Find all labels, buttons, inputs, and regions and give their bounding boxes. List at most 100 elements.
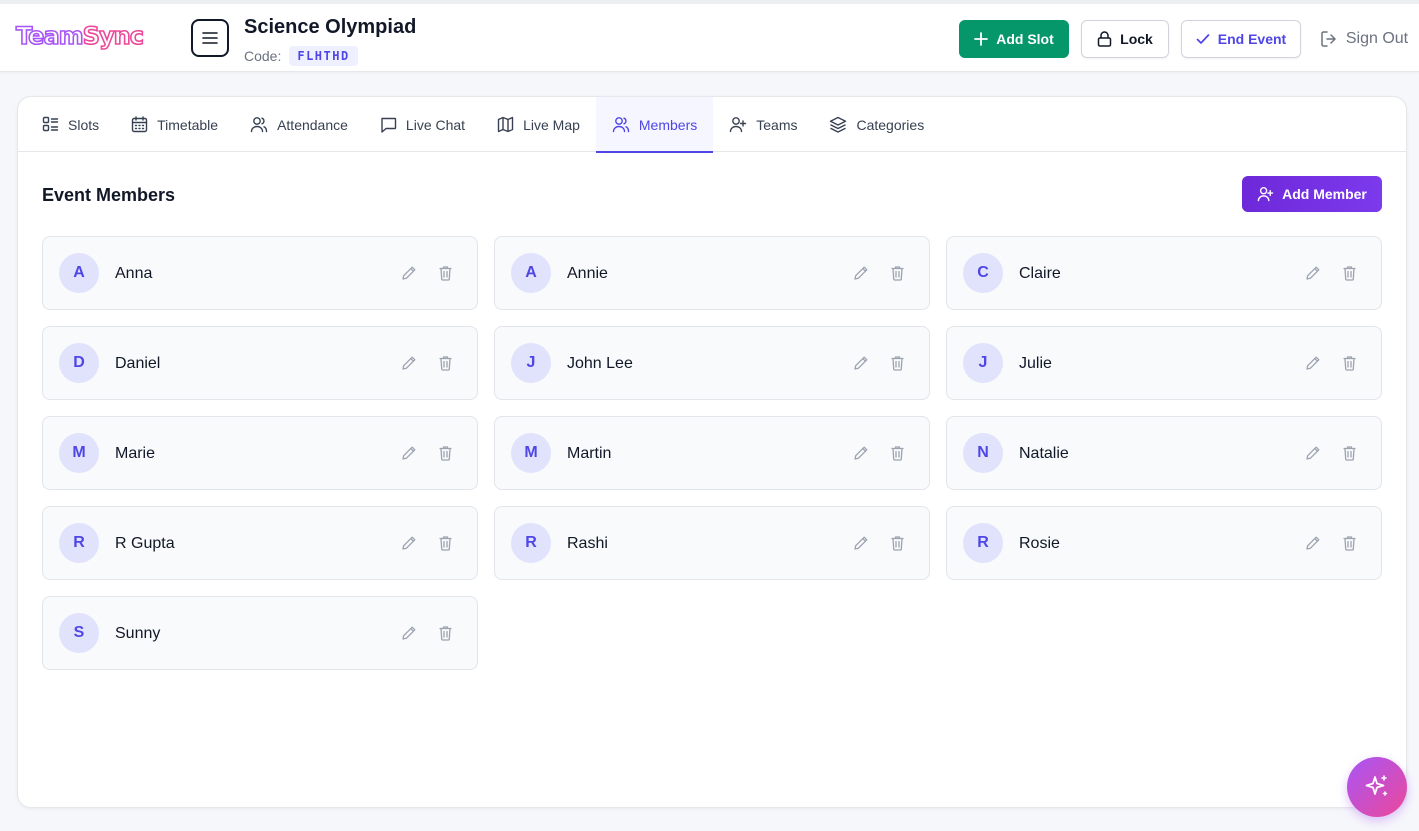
event-code-value[interactable]: FLHTHD — [289, 46, 358, 66]
member-card[interactable]: N Natalie — [946, 416, 1382, 490]
delete-member-button[interactable] — [434, 532, 456, 554]
end-event-button[interactable]: End Event — [1181, 20, 1301, 58]
delete-member-button[interactable] — [886, 532, 908, 554]
member-card[interactable]: C Claire — [946, 236, 1382, 310]
tab-live-map[interactable]: Live Map — [481, 97, 596, 152]
edit-member-button[interactable] — [398, 262, 420, 284]
brand-logo[interactable]: TeamSync — [15, 21, 145, 51]
pencil-icon — [854, 446, 868, 460]
member-card[interactable]: J Julie — [946, 326, 1382, 400]
member-name: Claire — [1019, 265, 1061, 282]
member-avatar: M — [59, 433, 99, 473]
member-name: Rosie — [1019, 535, 1060, 552]
delete-member-button[interactable] — [434, 622, 456, 644]
member-card[interactable]: R Rashi — [494, 506, 930, 580]
tab-members[interactable]: Members — [595, 97, 714, 153]
member-name: Annie — [567, 265, 608, 282]
trash-icon — [891, 536, 903, 551]
trash-icon — [891, 446, 903, 461]
member-avatar: S — [59, 613, 99, 653]
edit-member-button[interactable] — [850, 532, 872, 554]
member-avatar: J — [511, 343, 551, 383]
trash-icon — [439, 356, 451, 371]
edit-member-button[interactable] — [1302, 532, 1324, 554]
delete-member-button[interactable] — [1338, 352, 1360, 374]
member-initial: R — [73, 534, 85, 551]
delete-member-button[interactable] — [886, 262, 908, 284]
pencil-icon — [1306, 356, 1320, 370]
member-name: Rashi — [567, 535, 608, 552]
pencil-icon — [1306, 536, 1320, 550]
edit-member-button[interactable] — [1302, 442, 1324, 464]
event-title: Science Olympiad — [244, 16, 417, 38]
brand-logo-part2: Sync — [82, 21, 145, 51]
trash-icon — [1343, 266, 1355, 281]
member-name: Martin — [567, 445, 612, 462]
tab-live-chat[interactable]: Live Chat — [364, 97, 481, 152]
member-name: Marie — [115, 445, 156, 462]
pencil-icon — [854, 266, 868, 280]
pencil-icon — [402, 446, 416, 460]
edit-member-button[interactable] — [398, 622, 420, 644]
section-title: Event Members — [42, 185, 176, 205]
delete-member-button[interactable] — [886, 442, 908, 464]
trash-icon — [439, 626, 451, 641]
member-card[interactable]: A Annie — [494, 236, 930, 310]
member-card[interactable]: J John Lee — [494, 326, 930, 400]
add-slot-button[interactable]: Add Slot — [959, 20, 1069, 58]
delete-member-button[interactable] — [1338, 442, 1360, 464]
member-name: Sunny — [115, 625, 161, 642]
edit-member-button[interactable] — [850, 352, 872, 374]
tab-categories[interactable]: Categories — [813, 97, 940, 152]
tab-bar: Slots Timetable Attendance Live Chat Liv… — [18, 97, 1406, 153]
member-initial: N — [977, 444, 989, 461]
member-grid: A Anna A Annie C Claire D Daniel J John … — [42, 236, 1383, 670]
edit-member-button[interactable] — [850, 442, 872, 464]
member-card[interactable]: A Anna — [42, 236, 478, 310]
edit-member-button[interactable] — [398, 442, 420, 464]
delete-member-button[interactable] — [434, 262, 456, 284]
member-card[interactable]: S Sunny — [42, 596, 478, 670]
member-card[interactable]: R R Gupta — [42, 506, 478, 580]
plus-icon — [974, 32, 989, 46]
member-card[interactable]: R Rosie — [946, 506, 1382, 580]
sign-out-button[interactable]: Sign Out — [1316, 20, 1412, 58]
tab-label: Live Map — [523, 116, 580, 133]
edit-member-button[interactable] — [398, 532, 420, 554]
edit-member-button[interactable] — [1302, 262, 1324, 284]
lock-button[interactable]: Lock — [1081, 20, 1169, 58]
delete-member-button[interactable] — [434, 442, 456, 464]
edit-member-button[interactable] — [1302, 352, 1324, 374]
member-avatar: J — [963, 343, 1003, 383]
add-member-button[interactable]: Add Member — [1242, 176, 1382, 212]
menu-button[interactable] — [191, 19, 229, 57]
delete-member-button[interactable] — [1338, 262, 1360, 284]
layers-icon — [830, 116, 847, 133]
users-icon — [612, 117, 630, 133]
tab-slots[interactable]: Slots — [26, 97, 115, 152]
member-card[interactable]: M Martin — [494, 416, 930, 490]
event-code-label: Code: — [244, 48, 282, 64]
delete-member-button[interactable] — [434, 352, 456, 374]
add-member-label: Add Member — [1282, 186, 1367, 202]
add-slot-label: Add Slot — [996, 31, 1054, 47]
member-card[interactable]: D Daniel — [42, 326, 478, 400]
ai-assistant-button[interactable] — [1347, 757, 1407, 817]
delete-member-button[interactable] — [886, 352, 908, 374]
delete-member-button[interactable] — [1338, 532, 1360, 554]
user-plus-icon — [730, 117, 747, 133]
tab-teams[interactable]: Teams — [713, 97, 813, 152]
calendar-icon — [131, 116, 148, 133]
member-avatar: M — [511, 433, 551, 473]
member-name: R Gupta — [115, 535, 175, 552]
trash-icon — [891, 266, 903, 281]
member-name: Daniel — [115, 355, 161, 372]
member-initial: D — [73, 354, 85, 371]
member-avatar: A — [511, 253, 551, 293]
tab-attendance[interactable]: Attendance — [234, 97, 364, 152]
member-avatar: R — [963, 523, 1003, 563]
edit-member-button[interactable] — [850, 262, 872, 284]
edit-member-button[interactable] — [398, 352, 420, 374]
member-card[interactable]: M Marie — [42, 416, 478, 490]
tab-timetable[interactable]: Timetable — [115, 97, 234, 152]
